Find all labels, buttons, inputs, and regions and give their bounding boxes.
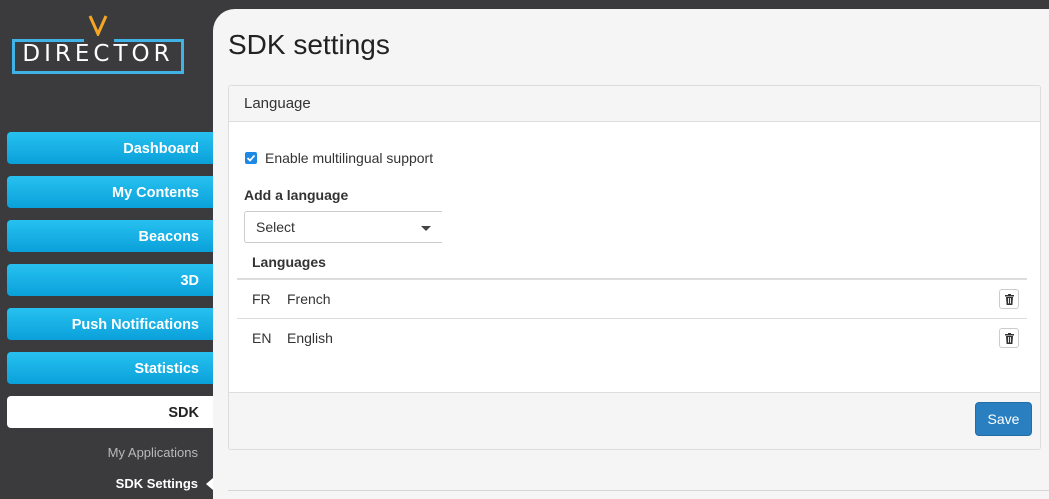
sidebar-item-3d[interactable]: 3D (7, 264, 213, 296)
sidebar-item-beacons[interactable]: Beacons (7, 220, 213, 252)
language-panel: Language Enable multilingual support Add… (228, 85, 1041, 450)
panel-footer: Save (229, 392, 1040, 449)
language-name: French (287, 291, 331, 307)
sidebar-nav: Dashboard My Contents Beacons 3D Push No… (7, 132, 213, 440)
languages-table-header: Languages (237, 243, 1027, 280)
language-select-value: Select (256, 219, 295, 235)
multilingual-checkbox[interactable] (245, 152, 257, 164)
language-code: EN (252, 330, 272, 346)
trash-icon (1005, 294, 1014, 305)
language-select[interactable]: Select (244, 211, 442, 243)
page-title: SDK settings (228, 29, 390, 60)
sidebar-item-dashboard[interactable]: Dashboard (7, 132, 213, 164)
logo-frame (12, 71, 184, 74)
multilingual-checkbox-row[interactable]: Enable multilingual support (245, 150, 433, 166)
save-button[interactable]: Save (975, 402, 1032, 436)
language-row: EN English (237, 319, 1027, 358)
sidebar-item-my-contents[interactable]: My Contents (7, 176, 213, 208)
caret-down-icon (421, 226, 431, 231)
current-page-indicator (206, 478, 213, 490)
delete-language-button[interactable] (999, 289, 1019, 309)
multilingual-label: Enable multilingual support (265, 150, 434, 166)
director-logo[interactable]: DIRECTOR (12, 14, 184, 78)
sidebar: DIRECTOR Dashboard My Contents Beacons 3… (0, 0, 213, 499)
language-name: English (287, 330, 333, 346)
subnav-item-sdk-settings[interactable]: SDK Settings (116, 476, 198, 491)
check-icon (246, 154, 256, 162)
main-content: SDK settings Language Enable multilingua… (213, 9, 1049, 499)
sidebar-item-push-notifications[interactable]: Push Notifications (7, 308, 213, 340)
add-language-label: Add a language (244, 187, 349, 203)
trash-icon (1005, 333, 1014, 344)
language-code: FR (252, 291, 271, 307)
delete-language-button[interactable] (999, 328, 1019, 348)
sidebar-item-statistics[interactable]: Statistics (7, 352, 213, 384)
panel-header: Language (229, 86, 1040, 122)
divider (228, 490, 1049, 491)
v-chevron-icon (88, 15, 108, 36)
logo-text: DIRECTOR (22, 41, 174, 67)
sidebar-item-sdk[interactable]: SDK (7, 396, 213, 428)
language-row: FR French (237, 280, 1027, 319)
subnav-item-my-applications[interactable]: My Applications (108, 445, 198, 460)
